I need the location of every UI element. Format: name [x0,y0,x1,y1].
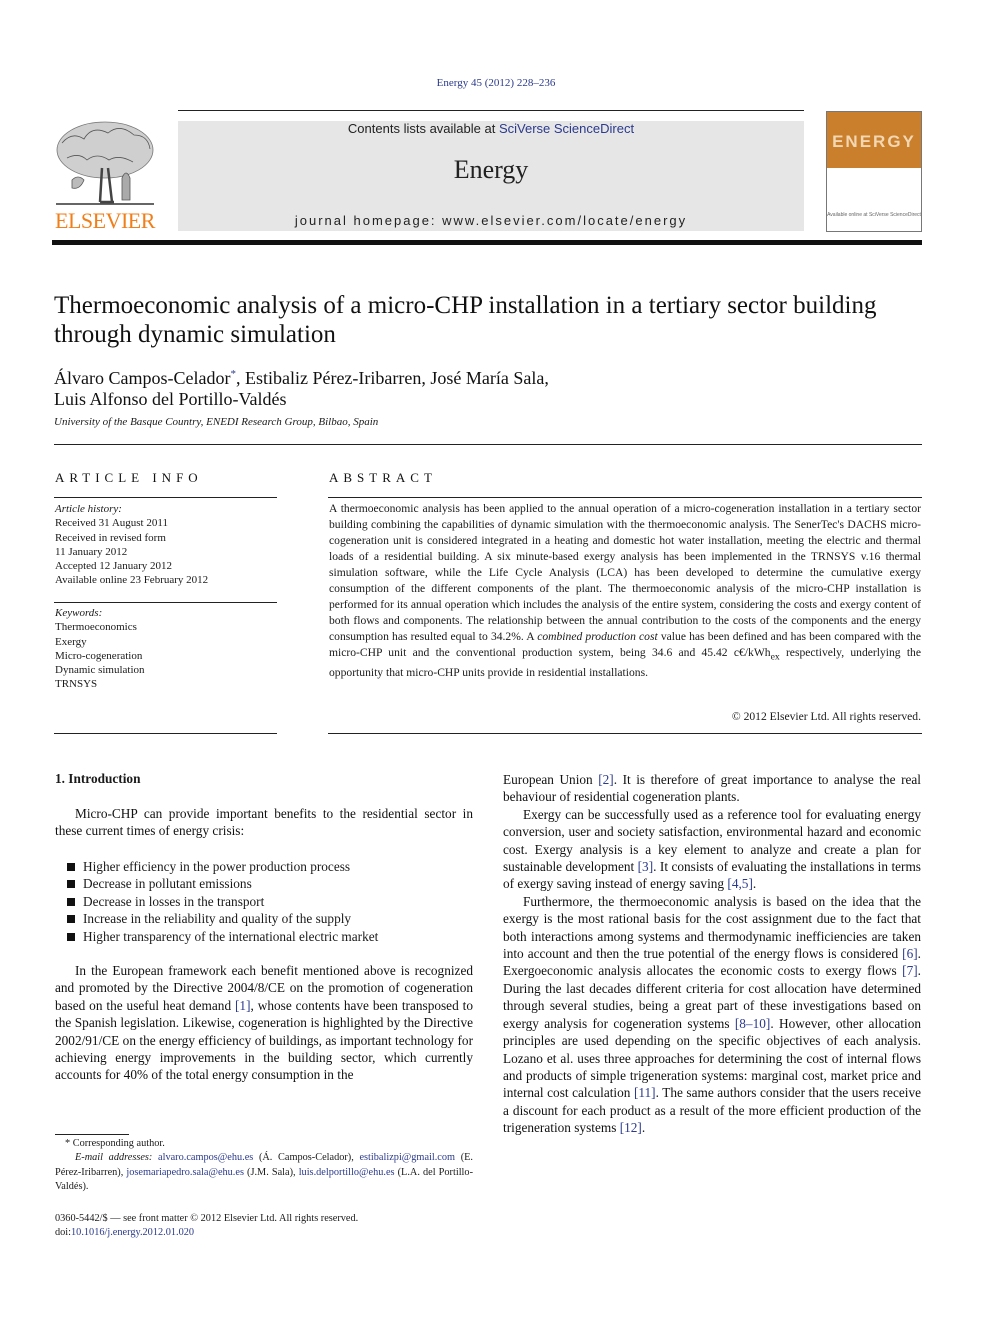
abstract-heading: ABSTRACT [329,470,437,485]
paragraph-text: European Union [503,772,599,787]
reference-link[interactable]: [2] [598,772,614,787]
section-heading: 1. Introduction [55,771,141,786]
list-item-text: Decrease in pollutant emissions [83,876,252,892]
list-item: Higher transparency of the international… [66,928,476,945]
reference-link[interactable]: [8–10] [735,1016,770,1031]
history-item: Accepted 12 January 2012 [55,560,172,573]
paragraph-text: Micro-CHP can provide important benefits… [55,806,473,839]
list-item: Decrease in pollutant emissions [66,875,476,892]
list-item-text: Higher transparency of the international… [83,928,379,944]
reference-link[interactable]: [11] [634,1085,656,1100]
divider [54,602,277,603]
author-name: Álvaro Campos-Celador [54,368,231,388]
list-item-text: Increase in the reliability and quality … [83,911,352,927]
cover-title: ENERGY [832,132,916,151]
benefits-list: Higher efficiency in the power productio… [66,858,476,945]
divider [328,497,922,498]
header-thick-rule [52,240,922,245]
journal-homepage-link[interactable]: journal homepage: www.elsevier.com/locat… [178,213,804,228]
header-top-rule [178,110,804,111]
email-link[interactable]: estibalizpi@gmail.com [359,1152,455,1163]
journal-cover-thumbnail[interactable]: ENERGY Available online at SciVerse Scie… [826,111,922,232]
paragraph-text: Furthermore, the thermoeconomic analysis… [503,893,921,962]
author-names: , Estibaliz Pérez-Iribarren, José María … [235,368,549,388]
contents-availability: Contents lists available at SciVerse Sci… [178,121,804,137]
reference-link[interactable]: [7] [902,963,918,978]
list-item-text: Higher efficiency in the power productio… [83,859,351,874]
paragraph-text: . [641,1120,646,1136]
keywords-label: Keywords: [55,607,103,619]
article-title: Thermoeconomic analysis of a micro-CHP i… [54,292,877,348]
author-list: Álvaro Campos-Celador*, Estibaliz Pérez-… [54,364,934,410]
corresponding-author-note: * Corresponding author. [65,1138,165,1149]
keyword: Micro-cogeneration [55,649,143,662]
list-item: Higher efficiency in the power productio… [66,858,476,875]
doi-label: doi: [55,1227,72,1239]
right-column: European Union [2]. It is therefore of g… [503,771,921,1137]
paragraph: Micro-CHP can provide important benefits… [55,805,473,840]
email-link[interactable]: alvaro.campos@ehu.es [158,1152,253,1163]
journal-citation-link[interactable]: Energy 45 (2012) 228–236 [0,77,992,89]
abstract-emphasis: combined production cost [537,630,658,643]
cover-footer: Available online at SciVerse ScienceDire… [827,212,921,218]
square-bullet-icon [67,915,75,924]
article-history: Article history: Received 31 August 2011… [55,502,277,588]
history-item: 11 January 2012 [55,545,128,558]
keyword: Thermoeconomics [55,621,137,634]
divider [54,444,922,445]
elsevier-wordmark: ELSEVIER [55,208,155,233]
abstract-subscript: ex [770,651,780,663]
abstract-segment: A thermoeconomic analysis has been appli… [329,502,921,643]
email-owner: (J.M. Sala), [243,1166,299,1178]
doi-link[interactable]: 10.1016/j.energy.2012.01.020 [71,1227,194,1238]
reference-link[interactable]: [4,5] [727,876,752,891]
sciencedirect-link[interactable]: SciVerse ScienceDirect [499,121,634,136]
email-link[interactable]: josemariapedro.sala@ehu.es [126,1167,244,1178]
list-item: Increase in the reliability and quality … [66,910,476,927]
keyword: TRNSYS [55,678,98,691]
article-info-heading: ARTICLE INFO [55,470,203,485]
footnote-rule [55,1134,129,1135]
history-item: Received 31 August 2011 [55,517,168,530]
email-owner: (Á. Campos-Celador), [253,1152,360,1164]
list-item-text: Decrease in losses in the transport [83,893,265,909]
reference-link[interactable]: [12] [620,1120,642,1135]
square-bullet-icon [67,863,75,871]
reference-link[interactable]: [3] [638,859,654,874]
square-bullet-icon [67,880,75,889]
square-bullet-icon [67,897,75,906]
history-item: Received in revised form [55,531,166,544]
affiliation: University of the Basque Country, ENEDI … [54,416,379,428]
tree-icon [56,121,154,205]
history-label: Article history: [55,503,122,515]
email-label: E-mail addresses: [75,1152,153,1164]
history-item: Available online 23 February 2012 [55,574,209,587]
author-name: Luis Alfonso del Portillo-Valdés [54,389,287,409]
reference-link[interactable]: [1] [235,998,251,1013]
keyword: Exergy [55,635,87,648]
divider [328,733,922,734]
divider [54,497,277,498]
list-item: Decrease in losses in the transport [66,893,476,910]
journal-masthead: Contents lists available at SciVerse Sci… [178,121,804,231]
reference-link[interactable]: [6] [902,946,918,961]
email-link[interactable]: luis.delportillo@ehu.es [299,1167,395,1178]
contents-prefix: Contents lists available at [347,121,499,136]
abstract-text: A thermoeconomic analysis has been appli… [329,501,921,681]
divider [54,733,277,734]
keywords: Keywords: Thermoeconomics Exergy Micro-c… [55,606,277,692]
front-matter: 0360-5442/$ — see front matter © 2012 El… [55,1212,473,1241]
paragraph: In the European framework each benefit m… [55,962,473,1084]
footnotes: * Corresponding author. E-mail addresses… [55,1137,473,1195]
issn-line: 0360-5442/$ — see front matter © 2012 El… [55,1213,359,1224]
abstract-copyright: © 2012 Elsevier Ltd. All rights reserved… [731,710,921,723]
paragraph-text: . [752,876,757,892]
keyword: Dynamic simulation [55,664,145,677]
journal-name: Energy [453,155,529,184]
square-bullet-icon [67,932,75,941]
